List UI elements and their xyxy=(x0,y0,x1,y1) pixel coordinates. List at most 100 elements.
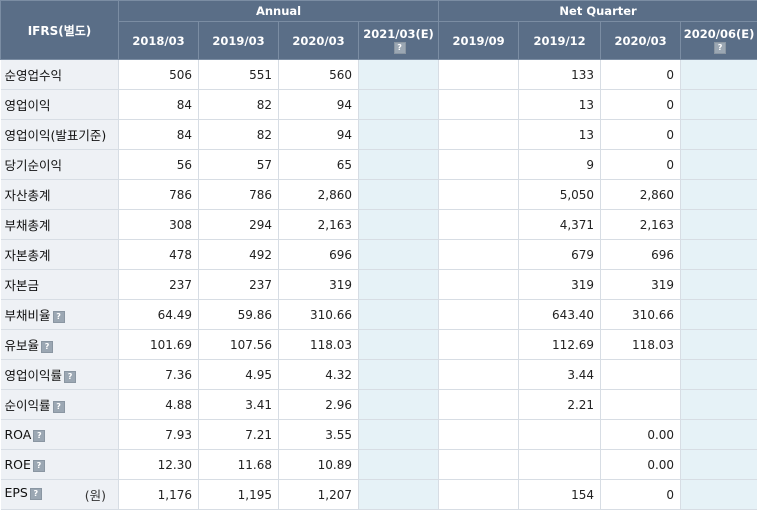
help-icon[interactable]: ? xyxy=(714,42,726,54)
table-cell xyxy=(601,390,681,420)
row-label-text: 자산총계 xyxy=(5,188,51,203)
table-cell: 786 xyxy=(119,180,199,210)
help-icon[interactable]: ? xyxy=(64,371,76,383)
table-cell: 64.49 xyxy=(119,300,199,330)
table-cell xyxy=(681,180,757,210)
table-cell xyxy=(681,360,757,390)
table-cell: 0 xyxy=(601,90,681,120)
row-label: 영업이익 xyxy=(1,90,119,120)
table-cell: 13 xyxy=(519,90,601,120)
table-cell: 0.00 xyxy=(601,420,681,450)
table-cell: 0 xyxy=(601,480,681,510)
row-label: 부채비율? xyxy=(1,300,119,330)
table-cell: 0.00 xyxy=(601,450,681,480)
table-cell xyxy=(439,60,519,90)
table-cell xyxy=(681,480,757,510)
col-header-2018-03: 2018/03 xyxy=(119,22,199,60)
table-row: ROE?12.3011.6810.890.00 xyxy=(1,450,757,480)
help-icon[interactable]: ? xyxy=(41,341,53,353)
col-header-label: 2020/06(E) xyxy=(684,27,755,41)
row-label: EPS?(원) xyxy=(1,480,119,510)
table-cell: 1,207 xyxy=(279,480,359,510)
help-icon[interactable]: ? xyxy=(53,401,65,413)
table-cell: 4.95 xyxy=(199,360,279,390)
row-label-text: ROA xyxy=(5,427,32,442)
table-cell: 10.89 xyxy=(279,450,359,480)
annual-group-header: Annual xyxy=(119,1,439,22)
table-cell xyxy=(681,120,757,150)
col-header-2020-03q: 2020/03 xyxy=(601,22,681,60)
table-cell xyxy=(359,270,439,300)
help-icon[interactable]: ? xyxy=(53,311,65,323)
row-label: 유보율? xyxy=(1,330,119,360)
table-cell xyxy=(439,420,519,450)
table-cell: 1,176 xyxy=(119,480,199,510)
table-cell xyxy=(681,390,757,420)
help-icon[interactable]: ? xyxy=(30,488,42,500)
table-cell: 4.88 xyxy=(119,390,199,420)
row-label-text: 순영업수익 xyxy=(5,68,63,83)
table-cell xyxy=(681,90,757,120)
row-label: 영업이익률? xyxy=(1,360,119,390)
table-cell: 4.32 xyxy=(279,360,359,390)
table-cell: 107.56 xyxy=(199,330,279,360)
table-cell: 308 xyxy=(119,210,199,240)
table-cell xyxy=(681,60,757,90)
row-label-text: EPS xyxy=(5,485,28,500)
table-cell xyxy=(681,150,757,180)
table-cell: 478 xyxy=(119,240,199,270)
table-cell: 154 xyxy=(519,480,601,510)
help-icon[interactable]: ? xyxy=(394,42,406,54)
help-icon[interactable]: ? xyxy=(33,460,45,472)
row-label-text: 부채총계 xyxy=(5,218,51,233)
table-cell: 696 xyxy=(601,240,681,270)
table-cell xyxy=(439,300,519,330)
row-label-text: 영업이익(발표기준) xyxy=(5,128,107,143)
row-label: 자본총계 xyxy=(1,240,119,270)
table-cell: 310.66 xyxy=(279,300,359,330)
table-row: 순이익률?4.883.412.962.21 xyxy=(1,390,757,420)
table-cell xyxy=(359,360,439,390)
table-cell xyxy=(681,300,757,330)
help-icon[interactable]: ? xyxy=(33,430,45,442)
table-cell: 786 xyxy=(199,180,279,210)
col-header-label: 2021/03(E) xyxy=(363,27,434,41)
table-cell: 118.03 xyxy=(601,330,681,360)
table-cell: 56 xyxy=(119,150,199,180)
table-cell xyxy=(439,180,519,210)
table-cell: 696 xyxy=(279,240,359,270)
table-cell xyxy=(359,90,439,120)
table-cell: 551 xyxy=(199,60,279,90)
table-cell: 3.55 xyxy=(279,420,359,450)
table-cell xyxy=(359,480,439,510)
table-row: 부채총계3082942,1634,3712,163 xyxy=(1,210,757,240)
table-cell: 94 xyxy=(279,90,359,120)
row-label-text: 자본금 xyxy=(5,278,40,293)
table-cell: 0 xyxy=(601,60,681,90)
table-cell: 82 xyxy=(199,90,279,120)
table-cell xyxy=(359,330,439,360)
table-cell: 2,860 xyxy=(279,180,359,210)
table-cell: 1,195 xyxy=(199,480,279,510)
table-body: 순영업수익5065515601330영업이익848294130영업이익(발표기준… xyxy=(1,60,757,510)
table-row: ROA?7.937.213.550.00 xyxy=(1,420,757,450)
table-cell: 3.44 xyxy=(519,360,601,390)
table-cell: 237 xyxy=(199,270,279,300)
table-row: 자본금237237319319319 xyxy=(1,270,757,300)
table-cell: 492 xyxy=(199,240,279,270)
table-cell: 2,860 xyxy=(601,180,681,210)
table-cell: 65 xyxy=(279,150,359,180)
table-cell xyxy=(359,420,439,450)
table-row: 영업이익848294130 xyxy=(1,90,757,120)
row-label: 당기순이익 xyxy=(1,150,119,180)
table-row: 자산총계7867862,8605,0502,860 xyxy=(1,180,757,210)
table-cell: 319 xyxy=(279,270,359,300)
table-cell xyxy=(359,120,439,150)
net-quarter-group-header: Net Quarter xyxy=(439,1,757,22)
table-row: 당기순이익56576590 xyxy=(1,150,757,180)
table-cell xyxy=(439,150,519,180)
table-row: 영업이익률?7.364.954.323.44 xyxy=(1,360,757,390)
row-label: 부채총계 xyxy=(1,210,119,240)
financial-summary-table: IFRS(별도) Annual Net Quarter 2018/03 2019… xyxy=(0,0,757,510)
table-cell: 133 xyxy=(519,60,601,90)
